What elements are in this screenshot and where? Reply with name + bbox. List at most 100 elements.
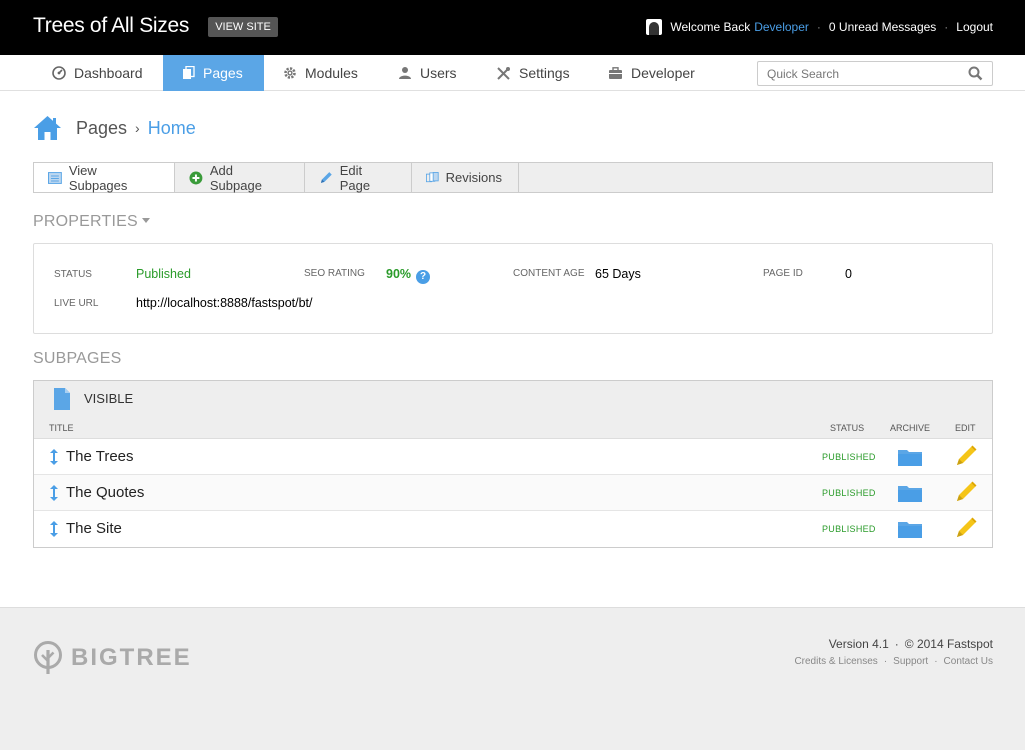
subpages-table: VISIBLE TITLE STATUS ARCHIVE EDIT The Tr… bbox=[33, 380, 993, 548]
contact-link[interactable]: Contact Us bbox=[944, 656, 993, 667]
nav-label: Developer bbox=[631, 65, 695, 81]
footer: BIGTREE Version 4.1 · © 2014 Fastspot Cred… bbox=[0, 607, 1025, 750]
table-row: The Site PUBLISHED bbox=[34, 511, 992, 547]
search-input[interactable] bbox=[758, 62, 958, 85]
user-bar: Welcome Back Developer · 0 Unread Messag… bbox=[646, 18, 993, 36]
nav-label: Settings bbox=[519, 65, 570, 81]
document-icon bbox=[54, 388, 70, 410]
row-title[interactable]: The Trees bbox=[66, 448, 134, 465]
breadcrumb-separator: › bbox=[135, 120, 140, 136]
drag-handle-icon[interactable] bbox=[49, 521, 59, 537]
folder-icon[interactable] bbox=[898, 484, 922, 502]
tab-label: View Subpages bbox=[68, 162, 128, 193]
nav-item-dashboard[interactable]: Dashboard bbox=[33, 55, 163, 91]
credits-link[interactable]: Credits & Licenses bbox=[794, 656, 877, 667]
pencil-icon bbox=[320, 171, 332, 183]
tab-edit-page[interactable]: Edit Page bbox=[305, 162, 412, 193]
briefcase-icon bbox=[609, 66, 622, 79]
nav-label: Pages bbox=[203, 65, 243, 81]
subpages-title: SUBPAGES bbox=[33, 350, 122, 367]
separator-dot: · bbox=[816, 20, 821, 34]
tab-view-subpages[interactable]: View Subpages bbox=[34, 162, 175, 193]
tab-label: Edit Page bbox=[339, 162, 371, 193]
content-age-value: 65 Days bbox=[595, 267, 641, 281]
footer-links: Credits & Licenses · Support · Contact Us bbox=[794, 656, 993, 667]
table-row: The Quotes PUBLISHED bbox=[34, 475, 992, 511]
properties-toggle[interactable]: PROPERTIES bbox=[33, 213, 150, 231]
properties-title: PROPERTIES bbox=[33, 213, 138, 230]
main-nav: Dashboard Pages Modules Users Settings D… bbox=[0, 55, 1025, 91]
nav-label: Modules bbox=[305, 65, 358, 81]
seo-rating: 90%? bbox=[386, 267, 431, 284]
status-label: STATUS bbox=[54, 269, 92, 280]
quick-search bbox=[757, 61, 993, 86]
nav-label: Dashboard bbox=[74, 65, 143, 81]
nav-item-settings[interactable]: Settings bbox=[477, 55, 589, 91]
welcome-text: Welcome Back bbox=[670, 20, 751, 34]
nav-item-modules[interactable]: Modules bbox=[264, 55, 377, 91]
user-icon bbox=[399, 67, 411, 79]
column-archive: ARCHIVE bbox=[890, 423, 931, 433]
breadcrumb-pages-link[interactable]: Pages bbox=[76, 118, 127, 139]
version-text: Version 4.1 bbox=[828, 637, 889, 651]
subpages-header: VISIBLE TITLE STATUS ARCHIVE EDIT bbox=[34, 381, 992, 439]
tab-add-subpage[interactable]: Add Subpage bbox=[175, 162, 305, 193]
revisions-icon bbox=[426, 172, 439, 183]
unread-messages-link[interactable]: 0 Unread Messages bbox=[829, 20, 936, 34]
column-edit: EDIT bbox=[955, 423, 976, 433]
row-title[interactable]: The Quotes bbox=[66, 484, 144, 501]
pencil-icon[interactable] bbox=[955, 445, 977, 467]
folder-icon[interactable] bbox=[898, 520, 922, 538]
live-url-link[interactable]: http://localhost:8888/fastspot/bt/ bbox=[136, 296, 313, 310]
page-id-label: PAGE ID bbox=[763, 268, 803, 279]
column-title: TITLE bbox=[49, 423, 74, 433]
view-site-button[interactable]: VIEW SITE bbox=[208, 17, 278, 37]
version-info: Version 4.1 · © 2014 Fastspot bbox=[829, 637, 993, 651]
tab-label: Add Subpage bbox=[209, 162, 262, 193]
user-name-link[interactable]: Developer bbox=[754, 20, 809, 34]
seo-value: 90% bbox=[386, 267, 412, 281]
row-status: PUBLISHED bbox=[822, 488, 876, 498]
home-icon bbox=[34, 116, 61, 140]
logo-text: BIGTREE bbox=[71, 644, 192, 671]
drag-handle-icon[interactable] bbox=[49, 485, 59, 501]
support-link[interactable]: Support bbox=[893, 656, 928, 667]
bigtree-logo[interactable]: BIGTREE bbox=[33, 641, 192, 675]
separator-dot: · bbox=[894, 637, 899, 651]
breadcrumb-current[interactable]: Home bbox=[148, 118, 196, 139]
search-icon[interactable] bbox=[968, 66, 983, 81]
drag-handle-icon[interactable] bbox=[49, 449, 59, 465]
row-status: PUBLISHED bbox=[822, 452, 876, 462]
avatar[interactable] bbox=[646, 19, 663, 35]
page-id-value: 0 bbox=[845, 267, 852, 281]
tab-revisions[interactable]: Revisions bbox=[412, 163, 519, 192]
pencil-icon[interactable] bbox=[955, 481, 977, 503]
column-status: STATUS bbox=[830, 423, 865, 433]
content-age-label: CONTENT AGE bbox=[513, 268, 585, 279]
row-title[interactable]: The Site bbox=[66, 520, 122, 537]
tools-icon bbox=[497, 66, 510, 80]
nav-item-users[interactable]: Users bbox=[377, 55, 477, 91]
logout-link[interactable]: Logout bbox=[956, 20, 993, 34]
row-status: PUBLISHED bbox=[822, 524, 876, 534]
nav-item-pages[interactable]: Pages bbox=[163, 55, 264, 91]
dashboard-icon bbox=[52, 66, 66, 80]
nav-item-developer[interactable]: Developer bbox=[589, 55, 719, 91]
nav-label: Users bbox=[420, 65, 457, 81]
help-icon[interactable]: ? bbox=[416, 270, 431, 284]
page-tabs: View Subpages Add Subpage Edit Page Revi… bbox=[33, 162, 993, 193]
tree-logo-icon bbox=[34, 641, 62, 674]
seo-label: SEO RATING bbox=[304, 268, 365, 279]
site-title[interactable]: Trees of All Sizes bbox=[33, 14, 189, 38]
properties-panel: STATUS Published SEO RATING 90%? CONTENT… bbox=[33, 243, 993, 334]
top-bar: Trees of All Sizes VIEW SITE Welcome Bac… bbox=[0, 0, 1025, 55]
group-label: VISIBLE bbox=[84, 391, 134, 406]
table-row: The Trees PUBLISHED bbox=[34, 439, 992, 475]
list-icon bbox=[48, 171, 62, 184]
pages-icon bbox=[183, 66, 195, 79]
copyright-text: © 2014 Fastspot bbox=[904, 637, 993, 651]
gear-icon bbox=[284, 67, 296, 79]
pencil-icon[interactable] bbox=[955, 517, 977, 539]
folder-icon[interactable] bbox=[898, 448, 922, 466]
breadcrumb: Pages › Home bbox=[33, 113, 196, 143]
